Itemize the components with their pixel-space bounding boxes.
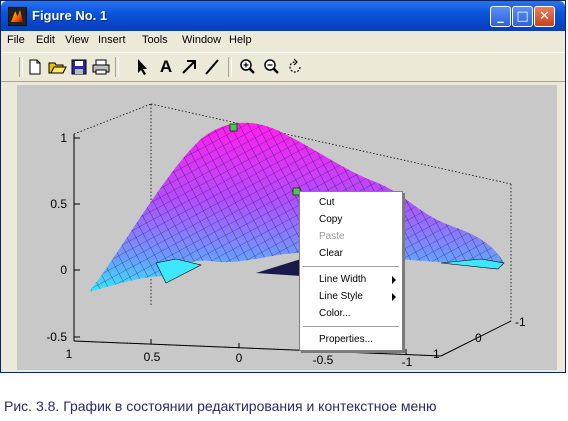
surface-plot[interactable]: 1 0.5 0 -0.5 1 0.5 0 -0.5 -1 -1 0 1 xyxy=(17,85,557,370)
context-menu-line-style[interactable]: Line Style xyxy=(300,289,402,304)
context-menu-paste: Paste xyxy=(300,229,402,244)
menu-help[interactable]: Help xyxy=(229,34,252,46)
submenu-arrow-icon xyxy=(392,276,396,284)
arrow-icon[interactable] xyxy=(179,57,199,77)
selection-handle[interactable] xyxy=(229,123,238,132)
x-tick-label: -0.5 xyxy=(313,353,334,367)
menu-item-label: Properties... xyxy=(319,334,373,345)
menu-item-label: Color... xyxy=(319,308,351,319)
y-tick-label: 0 xyxy=(475,331,482,345)
menu-bar: File Edit View Insert Tools Window Help xyxy=(1,31,565,51)
toolbar-separator xyxy=(19,57,23,77)
context-menu-properties[interactable]: Properties... xyxy=(300,332,402,347)
line-icon[interactable] xyxy=(202,57,222,77)
x-tick-label: 0.5 xyxy=(144,350,161,364)
zoom-in-icon[interactable] xyxy=(237,57,257,77)
z-tick-label: 0.5 xyxy=(50,197,67,211)
context-menu: Cut Copy Paste Clear Line Width Line Sty… xyxy=(299,191,403,351)
matlab-logo-icon xyxy=(8,7,27,26)
menu-view[interactable]: View xyxy=(65,34,89,46)
rotate-icon[interactable] xyxy=(285,57,305,77)
y-tick-label: 1 xyxy=(433,347,440,361)
caption-text: График в состоянии редактирования и конт… xyxy=(63,398,437,414)
figure-window: Figure No. 1 _ □ ✕ File Edit View Insert… xyxy=(0,0,566,373)
window-title: Figure No. 1 xyxy=(32,8,108,23)
toolbar: A xyxy=(1,52,565,82)
minimize-button[interactable]: _ xyxy=(490,6,511,27)
z-tick-label: -0.5 xyxy=(46,330,67,344)
menu-insert[interactable]: Insert xyxy=(98,34,126,46)
context-menu-line-width[interactable]: Line Width xyxy=(300,272,402,287)
toolbar-separator xyxy=(115,57,119,77)
menu-item-label: Clear xyxy=(319,248,343,259)
context-menu-clear[interactable]: Clear xyxy=(300,246,402,261)
context-menu-color[interactable]: Color... xyxy=(300,306,402,321)
close-button[interactable]: ✕ xyxy=(534,6,555,27)
menu-item-label: Paste xyxy=(319,231,345,242)
menu-tools[interactable]: Tools xyxy=(142,34,168,46)
x-tick-label: 1 xyxy=(66,347,73,361)
menu-item-label: Line Width xyxy=(319,274,367,285)
submenu-arrow-icon xyxy=(392,293,396,301)
open-folder-icon[interactable] xyxy=(47,57,67,77)
menu-file[interactable]: File xyxy=(7,34,25,46)
zoom-out-icon[interactable] xyxy=(261,57,281,77)
save-icon[interactable] xyxy=(69,57,89,77)
y-tick-label: -1 xyxy=(515,315,526,329)
menu-separator xyxy=(303,326,399,327)
new-file-icon[interactable] xyxy=(25,57,45,77)
menu-item-label: Cut xyxy=(319,197,335,208)
figure-caption: Рис. 3.8. График в состоянии редактирова… xyxy=(4,398,437,414)
y-tick-labels: -1 0 1 xyxy=(433,315,526,361)
x-tick-label: 0 xyxy=(236,351,243,365)
title-bar[interactable]: Figure No. 1 _ □ ✕ xyxy=(1,1,565,31)
context-menu-copy[interactable]: Copy xyxy=(300,212,402,227)
select-arrow-icon[interactable] xyxy=(133,57,153,77)
caption-lead: Рис. 3.8. xyxy=(4,398,60,414)
maximize-button[interactable]: □ xyxy=(512,6,533,27)
menu-item-label: Copy xyxy=(319,214,343,225)
z-tick-labels: 1 0.5 0 -0.5 xyxy=(46,131,67,344)
menu-edit[interactable]: Edit xyxy=(36,34,55,46)
menu-separator xyxy=(303,266,399,267)
x-tick-label: -1 xyxy=(402,355,413,369)
toolbar-separator xyxy=(228,57,232,77)
print-icon[interactable] xyxy=(91,57,111,77)
surface-mesh xyxy=(89,122,505,292)
menu-window[interactable]: Window xyxy=(182,34,221,46)
context-menu-cut[interactable]: Cut xyxy=(300,195,402,210)
z-tick-label: 0 xyxy=(60,263,67,277)
menu-item-label: Line Style xyxy=(319,291,363,302)
text-icon[interactable]: A xyxy=(156,57,176,77)
z-tick-label: 1 xyxy=(60,131,67,145)
